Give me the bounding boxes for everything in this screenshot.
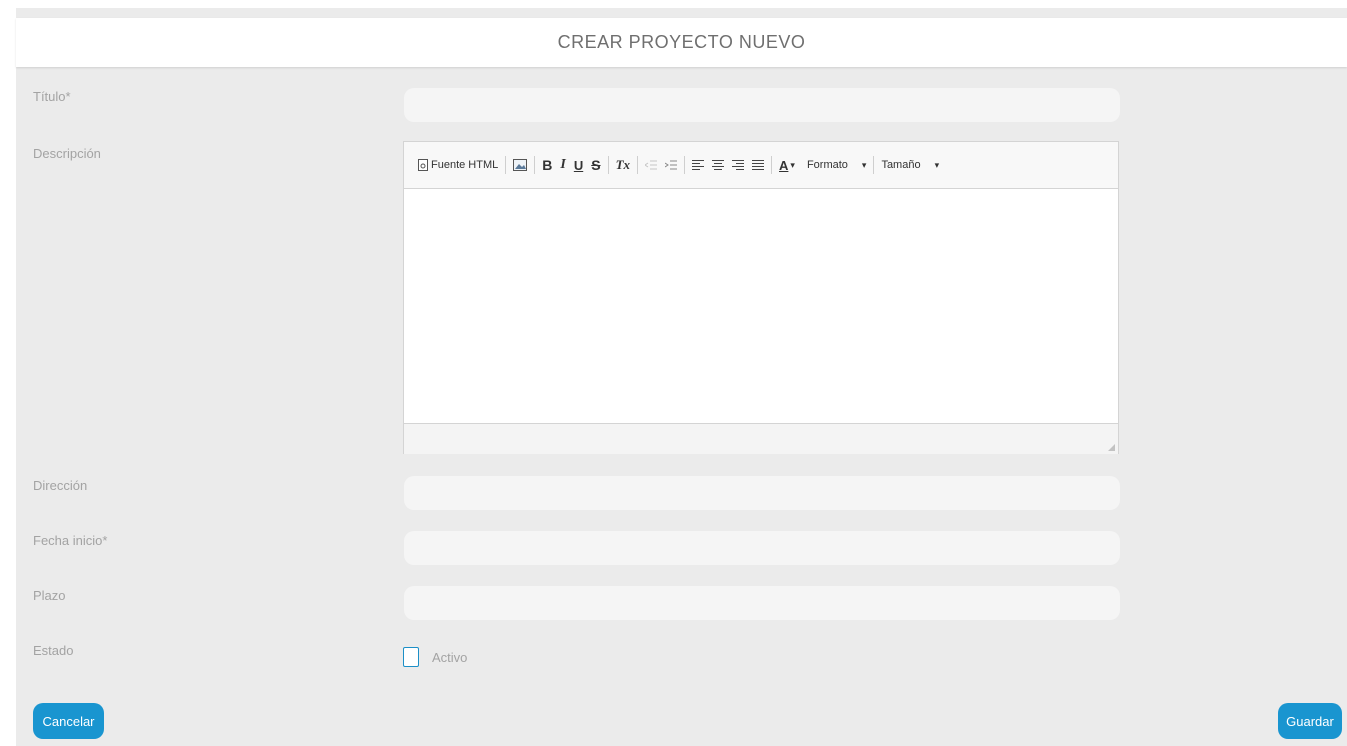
titulo-input[interactable] [404, 88, 1120, 122]
fecha-inicio-label: Fecha inicio* [33, 533, 108, 548]
estado-label: Estado [33, 643, 74, 658]
align-center-button[interactable] [708, 154, 728, 176]
align-right-icon [732, 160, 745, 170]
toolbar-divider [505, 156, 507, 174]
save-button[interactable]: Guardar [1278, 703, 1342, 739]
toolbar-divider [873, 156, 875, 174]
size-dropdown[interactable]: Tamaño ▾ [877, 154, 943, 176]
toolbar-divider [534, 156, 536, 174]
outdent-icon [645, 160, 658, 170]
direccion-label: Dirección [33, 478, 88, 493]
cancel-button[interactable]: Cancelar [33, 703, 104, 739]
format-label: Formato [806, 159, 848, 171]
descripcion-label: Descripción [33, 146, 101, 161]
activo-checkbox[interactable] [403, 647, 419, 667]
plazo-input[interactable] [404, 586, 1120, 620]
activo-label: Activo [432, 650, 468, 665]
align-right-button[interactable] [728, 154, 748, 176]
indent-button[interactable] [661, 154, 681, 176]
clear-format-button[interactable]: Tx [612, 154, 634, 176]
fecha-inicio-input[interactable] [404, 531, 1120, 565]
size-label: Tamaño [881, 159, 921, 171]
format-dropdown[interactable]: Formato ▾ [803, 154, 871, 176]
bold-button[interactable]: B [538, 154, 556, 176]
align-left-button[interactable] [688, 154, 708, 176]
chevron-down-icon: ▾ [861, 159, 867, 170]
align-justify-icon [752, 160, 765, 170]
toolbar-divider [607, 156, 609, 174]
toolbar-divider [637, 156, 639, 174]
chevron-down-icon: ▾ [790, 159, 795, 170]
image-button[interactable] [509, 154, 531, 176]
editor-status-bar [404, 423, 1118, 454]
source-button-label: Fuente HTML [431, 159, 499, 171]
toolbar-divider [771, 156, 773, 174]
text-color-button[interactable]: A ▾ [775, 154, 799, 176]
editor-content-area[interactable] [404, 189, 1118, 423]
resize-handle-icon[interactable] [1108, 444, 1115, 451]
text-color-glyph: A [779, 157, 789, 173]
toolbar-divider [684, 156, 686, 174]
strike-button[interactable]: S [587, 154, 604, 176]
source-button[interactable]: Fuente HTML [414, 154, 502, 176]
direccion-input[interactable] [404, 476, 1120, 510]
rich-text-editor: Fuente HTML B I U S Tx A ▾ Formato ▾ Tam… [403, 141, 1119, 454]
plazo-label: Plazo [33, 588, 66, 603]
outdent-button[interactable] [641, 154, 661, 176]
source-icon [418, 159, 428, 171]
align-center-icon [712, 160, 725, 170]
align-justify-button[interactable] [748, 154, 768, 176]
image-icon [513, 159, 528, 171]
indent-icon [665, 160, 678, 170]
chevron-down-icon: ▾ [934, 159, 940, 170]
underline-button[interactable]: U [570, 154, 587, 176]
titulo-label: Título* [33, 89, 71, 104]
align-left-icon [692, 160, 705, 170]
italic-button[interactable]: I [556, 154, 569, 176]
page-title: CREAR PROYECTO NUEVO [16, 18, 1347, 67]
editor-toolbar: Fuente HTML B I U S Tx A ▾ Formato ▾ Tam… [404, 142, 1118, 189]
